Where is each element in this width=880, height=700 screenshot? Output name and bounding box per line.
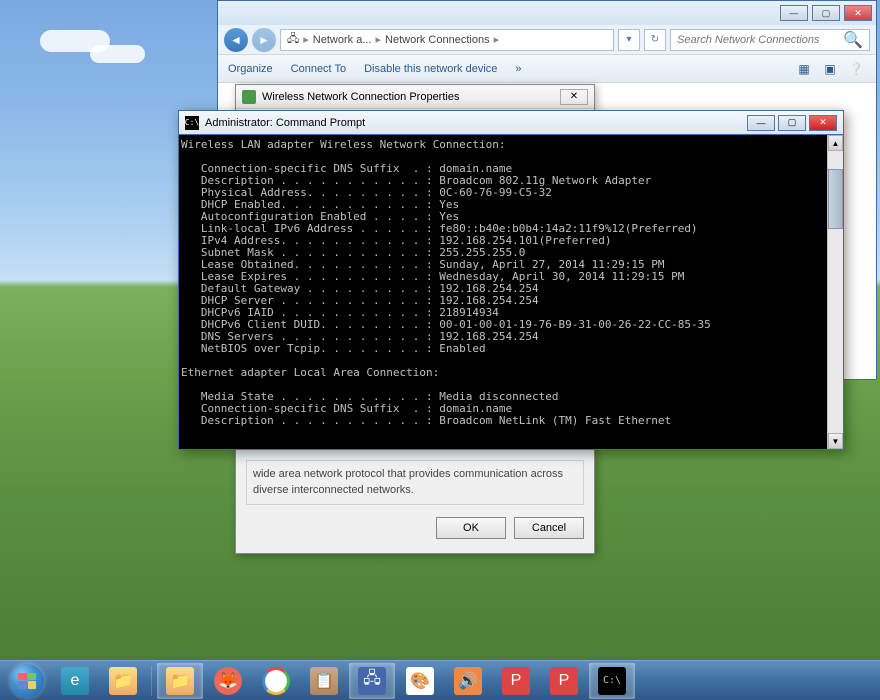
breadcrumb[interactable]: 🖧 ▸ Network a... ▸ Network Connections ▸: [280, 29, 614, 51]
taskbar-ppt[interactable]: P: [493, 663, 539, 699]
scroll-up-button[interactable]: ▲: [828, 135, 843, 151]
toolbar-organize[interactable]: Organize: [228, 63, 273, 75]
folder-icon: 📁: [109, 667, 137, 695]
paint-icon: 🎨: [406, 667, 434, 695]
taskbar-chrome[interactable]: [253, 663, 299, 699]
firefox-icon: 🦊: [214, 667, 242, 695]
help-icon[interactable]: ❔: [846, 59, 866, 79]
taskbar-firefox[interactable]: 🦊: [205, 663, 251, 699]
toolbar-disable[interactable]: Disable this network device: [364, 63, 497, 75]
breadcrumb-part[interactable]: Network a...: [313, 34, 372, 46]
cmd-titlebar[interactable]: C:\ Administrator: Command Prompt — ▢ ✕: [179, 111, 843, 135]
taskbar-cmd[interactable]: C:\: [589, 663, 635, 699]
powerpoint-icon: P: [550, 667, 578, 695]
audio-icon: 🔊: [454, 667, 482, 695]
taskbar-ie[interactable]: e: [52, 663, 98, 699]
search-icon: 🔍: [843, 30, 863, 50]
taskbar-network[interactable]: 🖧: [349, 663, 395, 699]
dialog-title: Wireless Network Connection Properties: [262, 91, 459, 103]
ok-button[interactable]: OK: [436, 517, 506, 539]
windows-logo-icon: [18, 673, 36, 689]
cmd-output[interactable]: Wireless LAN adapter Wireless Network Co…: [179, 135, 843, 449]
forward-button[interactable]: ►: [252, 28, 276, 52]
app-icon: 📋: [310, 667, 338, 695]
taskbar-audio[interactable]: 🔊: [445, 663, 491, 699]
start-button[interactable]: [4, 663, 50, 699]
search-box[interactable]: 🔍: [670, 29, 870, 51]
minimize-button[interactable]: —: [780, 5, 808, 21]
view-icon[interactable]: ▦: [794, 59, 814, 79]
wireless-icon: [242, 90, 256, 104]
explorer-toolbar: Organize Connect To Disable this network…: [218, 55, 876, 83]
toolbar-more[interactable]: »: [515, 63, 521, 75]
scroll-thumb[interactable]: [828, 169, 843, 229]
minimize-button[interactable]: —: [747, 115, 775, 131]
folder-icon: 📁: [166, 667, 194, 695]
toolbar-connect[interactable]: Connect To: [291, 63, 346, 75]
taskbar-explorer-active[interactable]: 📁: [157, 663, 203, 699]
network-icon: 🖧: [287, 30, 299, 49]
taskbar-paint[interactable]: 🎨: [397, 663, 443, 699]
taskbar-ppt2[interactable]: P: [541, 663, 587, 699]
scrollbar[interactable]: ▲ ▼: [827, 135, 843, 449]
cancel-button[interactable]: Cancel: [514, 517, 584, 539]
breadcrumb-part[interactable]: Network Connections: [385, 34, 490, 46]
taskbar-app[interactable]: 📋: [301, 663, 347, 699]
search-input[interactable]: [677, 34, 839, 46]
preview-icon[interactable]: ▣: [820, 59, 840, 79]
protocol-description: wide area network protocol that provides…: [246, 460, 584, 505]
maximize-button[interactable]: ▢: [812, 5, 840, 21]
taskbar: e 📁 📁 🦊 📋 🖧 🎨 🔊 P P C:\: [0, 660, 880, 700]
close-button[interactable]: ✕: [844, 5, 872, 21]
powerpoint-icon: P: [502, 667, 530, 695]
address-bar: ◄ ► 🖧 ▸ Network a... ▸ Network Connectio…: [218, 25, 876, 55]
scroll-down-button[interactable]: ▼: [828, 433, 843, 449]
taskbar-explorer[interactable]: 📁: [100, 663, 146, 699]
maximize-button[interactable]: ▢: [778, 115, 806, 131]
cmd-icon: C:\: [598, 667, 626, 695]
explorer-titlebar[interactable]: — ▢ ✕: [218, 1, 876, 25]
close-button[interactable]: ✕: [809, 115, 837, 131]
dropdown-button[interactable]: ▾: [618, 29, 640, 51]
cmd-title-text: Administrator: Command Prompt: [205, 117, 365, 129]
refresh-button[interactable]: ↻: [644, 29, 666, 51]
ie-icon: e: [61, 667, 89, 695]
command-prompt-window: C:\ Administrator: Command Prompt — ▢ ✕ …: [178, 110, 844, 450]
network-icon: 🖧: [358, 667, 386, 695]
chrome-icon: [262, 667, 290, 695]
properties-titlebar[interactable]: Wireless Network Connection Properties ✕: [236, 85, 594, 109]
cmd-icon: C:\: [185, 116, 199, 130]
close-button[interactable]: ✕: [560, 89, 588, 105]
back-button[interactable]: ◄: [224, 28, 248, 52]
